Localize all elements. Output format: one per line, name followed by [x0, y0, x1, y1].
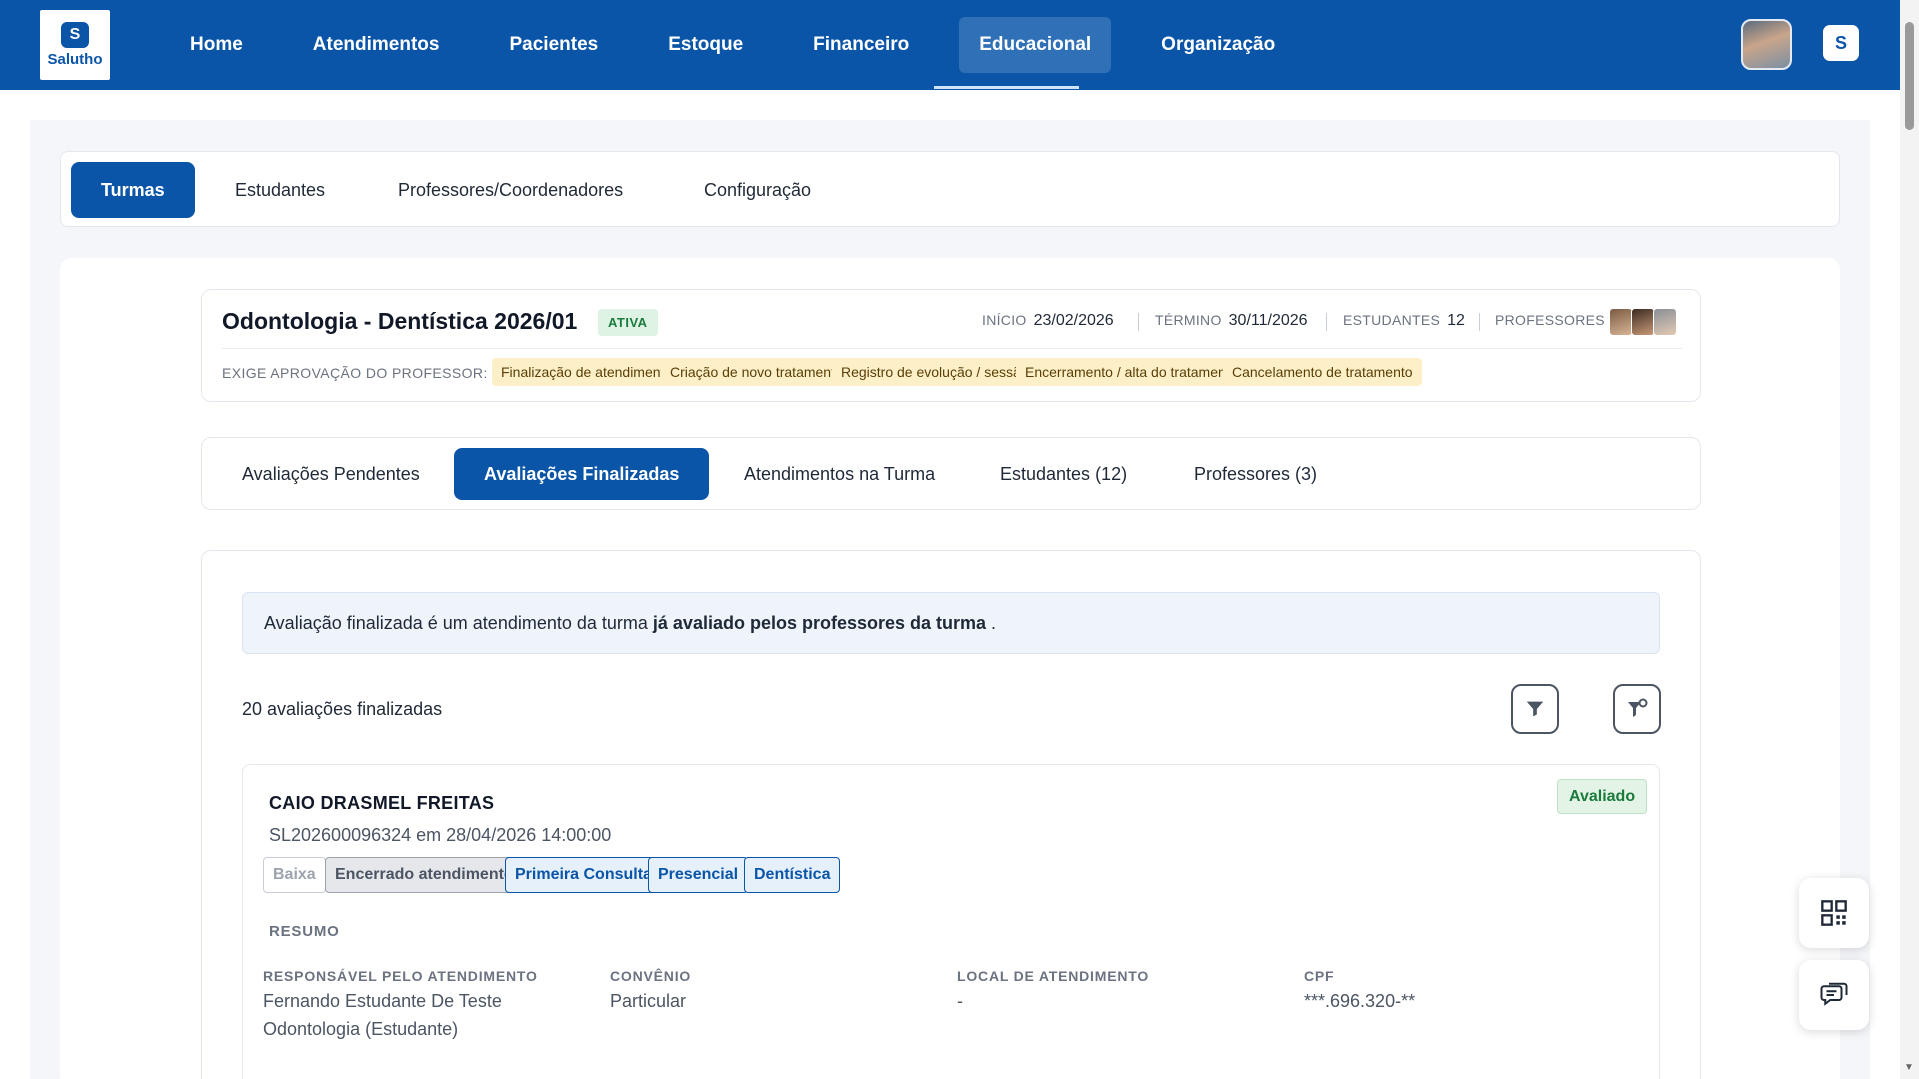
specialty-tag: Dentística	[744, 857, 841, 893]
info-text: Avaliação finalizada é um atendimento da…	[264, 612, 648, 633]
tab-professores-turma[interactable]: Professores (3)	[1194, 448, 1317, 500]
evaluated-badge: Avaliado	[1557, 779, 1648, 814]
filter-settings-button[interactable]	[1613, 684, 1661, 734]
professors-label: PROFESSORES	[1495, 312, 1605, 328]
nav-pacientes[interactable]: Pacientes	[489, 17, 618, 73]
tab-professores-coordenadores[interactable]: Professores/Coordenadores	[398, 162, 623, 218]
filter-button[interactable]	[1511, 684, 1559, 734]
top-navbar: S Salutho Home Atendimentos Pacientes Es…	[0, 0, 1900, 90]
approval-chip: Finalização de atendimento	[492, 358, 682, 386]
nav-home[interactable]: Home	[170, 17, 263, 73]
end-date-label: TÉRMINO	[1155, 312, 1222, 328]
students-count: ESTUDANTES 12	[1343, 312, 1465, 330]
professor-avatars	[1609, 308, 1677, 336]
course-title: Odontologia - Dentística 2026/01	[222, 308, 578, 334]
nav-educacional[interactable]: Educacional	[959, 17, 1112, 73]
approval-chip: Cancelamento de tratamento	[1223, 358, 1422, 386]
tab-estudantes-turma[interactable]: Estudantes (12)	[1000, 448, 1127, 500]
user-avatar[interactable]	[1741, 19, 1792, 70]
end-date-value: 30/11/2026	[1228, 312, 1308, 329]
tab-atendimentos-na-turma[interactable]: Atendimentos na Turma	[744, 448, 935, 500]
students-value: 12	[1447, 312, 1465, 329]
section-tabs: Turmas Estudantes Professores/Coordenado…	[60, 151, 1840, 227]
nav-organizacao[interactable]: Organização	[1141, 17, 1295, 73]
active-nav-indicator	[934, 86, 1079, 89]
meta-divider	[1479, 313, 1480, 331]
status-tag: Encerrado atendimento	[325, 857, 524, 893]
field-insurance-label: CONVÊNIO	[610, 968, 692, 984]
chat-icon	[1820, 982, 1848, 1006]
summary-label: RESUMO	[269, 923, 340, 940]
field-responsible-value: Fernando Estudante De Teste Odontologia …	[263, 987, 502, 1043]
tab-turmas[interactable]: Turmas	[71, 162, 195, 218]
tab-estudantes[interactable]: Estudantes	[235, 162, 325, 218]
main-nav: Home Atendimentos Pacientes Estoque Fina…	[170, 17, 1325, 73]
start-date: INÍCIO 23/02/2026	[982, 312, 1114, 330]
scroll-down-arrow-icon[interactable]: ▼	[1904, 1062, 1914, 1073]
meta-divider	[1138, 313, 1139, 331]
page-scrollbar[interactable]: ▼	[1900, 0, 1919, 1079]
info-text-bold: já avaliado pelos professores da turma	[652, 612, 987, 633]
info-text-suffix: .	[991, 612, 997, 633]
record-meta: SL202600096324 em 28/04/2026 14:00:00	[269, 825, 612, 845]
tab-configuracao[interactable]: Configuração	[704, 162, 811, 218]
nav-estoque[interactable]: Estoque	[648, 17, 763, 73]
nav-atendimentos[interactable]: Atendimentos	[293, 17, 460, 73]
type-tag: Primeira Consulta	[505, 857, 662, 893]
salutho-logo[interactable]: S Salutho	[40, 10, 110, 80]
priority-tag: Baixa	[263, 857, 326, 893]
professor-avatar[interactable]	[1609, 308, 1633, 336]
approval-chip: Criação de novo tratamento	[661, 358, 852, 386]
salutho-mark-icon: S	[1834, 32, 1847, 53]
evaluation-tabs: Avaliações Pendentes Avaliações Finaliza…	[201, 437, 1701, 510]
field-responsible-label: RESPONSÁVEL PELO ATENDIMENTO	[263, 968, 538, 984]
chat-button[interactable]	[1799, 960, 1869, 1030]
responsible-role: Odontologia (Estudante)	[263, 1019, 459, 1039]
filter-settings-icon	[1628, 698, 1648, 717]
tab-avaliacoes-pendentes[interactable]: Avaliações Pendentes	[242, 448, 420, 500]
approval-chip: Encerramento / alta do tratamento	[1016, 358, 1247, 386]
mode-tag: Presencial	[648, 857, 749, 893]
field-location-value: -	[957, 991, 963, 1011]
nav-financeiro[interactable]: Financeiro	[793, 17, 929, 73]
responsible-name: Fernando Estudante De Teste	[263, 991, 502, 1011]
approval-label: EXIGE APROVAÇÃO DO PROFESSOR:	[222, 365, 488, 381]
evaluation-record[interactable]: CAIO DRASMEL FREITAS Avaliado SL20260009…	[242, 764, 1660, 1079]
professor-avatar[interactable]	[1653, 308, 1677, 336]
start-date-label: INÍCIO	[982, 312, 1027, 328]
logo-mark-icon: S	[61, 22, 89, 48]
field-location-label: LOCAL DE ATENDIMENTO	[957, 968, 1150, 984]
header-divider	[222, 348, 1682, 349]
patient-name: CAIO DRASMEL FREITAS	[269, 793, 495, 813]
students-label: ESTUDANTES	[1343, 312, 1441, 328]
evaluations-count: 20 avaliações finalizadas	[242, 699, 443, 719]
professor-avatar[interactable]	[1631, 308, 1655, 336]
scrollbar-thumb[interactable]	[1905, 22, 1914, 130]
field-cpf-value: ***.696.320-**	[1304, 991, 1416, 1011]
professors: PROFESSORES	[1495, 312, 1605, 328]
status-badge: ATIVA	[598, 309, 658, 336]
qr-code-icon	[1821, 900, 1847, 926]
qr-code-button[interactable]	[1799, 878, 1869, 948]
field-cpf-label: CPF	[1304, 968, 1335, 984]
info-banner: Avaliação finalizada é um atendimento da…	[242, 592, 1660, 654]
field-insurance-value: Particular	[610, 991, 687, 1011]
tab-avaliacoes-finalizadas[interactable]: Avaliações Finalizadas	[454, 448, 710, 500]
finalized-evaluations-panel: Avaliação finalizada é um atendimento da…	[201, 550, 1701, 1079]
logo-text: Salutho	[47, 51, 103, 68]
app-switcher-button[interactable]: S	[1823, 25, 1859, 61]
start-date-value: 23/02/2026	[1033, 312, 1114, 329]
end-date: TÉRMINO 30/11/2026	[1155, 312, 1308, 330]
filter-icon	[1526, 701, 1544, 717]
approval-chip: Registro de evolução / sessão	[832, 358, 1038, 386]
course-header: Odontologia - Dentística 2026/01 ATIVA I…	[201, 289, 1701, 402]
meta-divider	[1326, 313, 1327, 331]
